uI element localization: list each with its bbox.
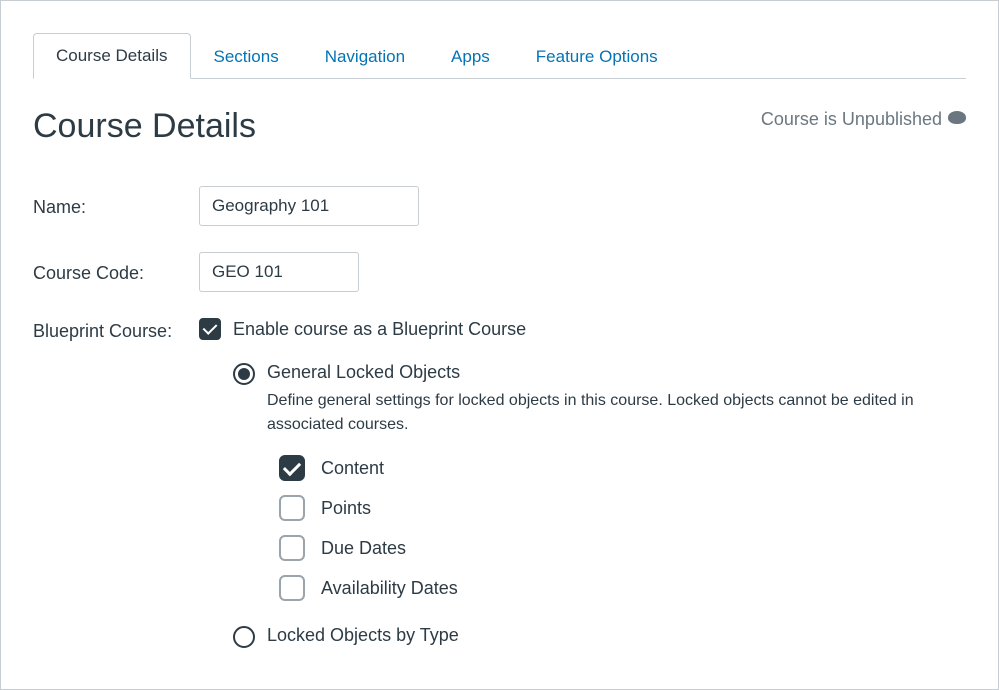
lock-mode-group: General Locked Objects Define general se… (233, 362, 966, 652)
radio-by-type[interactable] (233, 626, 255, 648)
option-due-dates-checkbox[interactable] (279, 535, 305, 561)
tab-course-details[interactable]: Course Details (33, 33, 191, 79)
radio-by-type-row: Locked Objects by Type (233, 625, 966, 652)
option-due-dates-row: Due Dates (279, 535, 966, 561)
code-input[interactable] (199, 252, 359, 292)
row-course-code: Course Code: (33, 252, 966, 292)
content-area: Course Details Course is Unpublished Nam… (1, 79, 998, 658)
radio-general[interactable] (233, 363, 255, 385)
row-blueprint: Blueprint Course: Enable course as a Blu… (33, 318, 966, 658)
settings-page: Course Details Sections Navigation Apps … (0, 0, 999, 690)
publish-status-text: Course is Unpublished (761, 109, 942, 130)
page-title: Course Details (33, 107, 256, 146)
radio-by-type-title: Locked Objects by Type (267, 625, 966, 646)
cloud-icon (948, 111, 966, 124)
option-content-row: Content (279, 455, 966, 481)
option-availability-dates-checkbox[interactable] (279, 575, 305, 601)
name-input[interactable] (199, 186, 419, 226)
tab-navigation[interactable]: Navigation (302, 34, 428, 79)
tabs-bar: Course Details Sections Navigation Apps … (33, 33, 966, 79)
enable-blueprint-row: Enable course as a Blueprint Course (199, 318, 966, 340)
option-availability-dates-label: Availability Dates (321, 578, 458, 599)
option-content-checkbox[interactable] (279, 455, 305, 481)
tab-sections[interactable]: Sections (191, 34, 302, 79)
tab-apps[interactable]: Apps (428, 34, 513, 79)
radio-general-desc: Define general settings for locked objec… (267, 389, 947, 437)
enable-blueprint-label: Enable course as a Blueprint Course (233, 319, 526, 340)
option-due-dates-label: Due Dates (321, 538, 406, 559)
option-points-row: Points (279, 495, 966, 521)
tab-feature-options[interactable]: Feature Options (513, 34, 681, 79)
name-label: Name: (33, 194, 199, 218)
option-points-label: Points (321, 498, 371, 519)
header-row: Course Details Course is Unpublished (33, 107, 966, 146)
blueprint-label: Blueprint Course: (33, 318, 199, 342)
radio-general-title: General Locked Objects (267, 362, 966, 383)
enable-blueprint-checkbox[interactable] (199, 318, 221, 340)
row-name: Name: (33, 186, 966, 226)
radio-general-row: General Locked Objects Define general se… (233, 362, 966, 615)
publish-status: Course is Unpublished (761, 107, 966, 130)
general-options: Content Points Due Dates (279, 455, 966, 601)
option-availability-dates-row: Availability Dates (279, 575, 966, 601)
code-label: Course Code: (33, 260, 199, 284)
option-points-checkbox[interactable] (279, 495, 305, 521)
option-content-label: Content (321, 458, 384, 479)
